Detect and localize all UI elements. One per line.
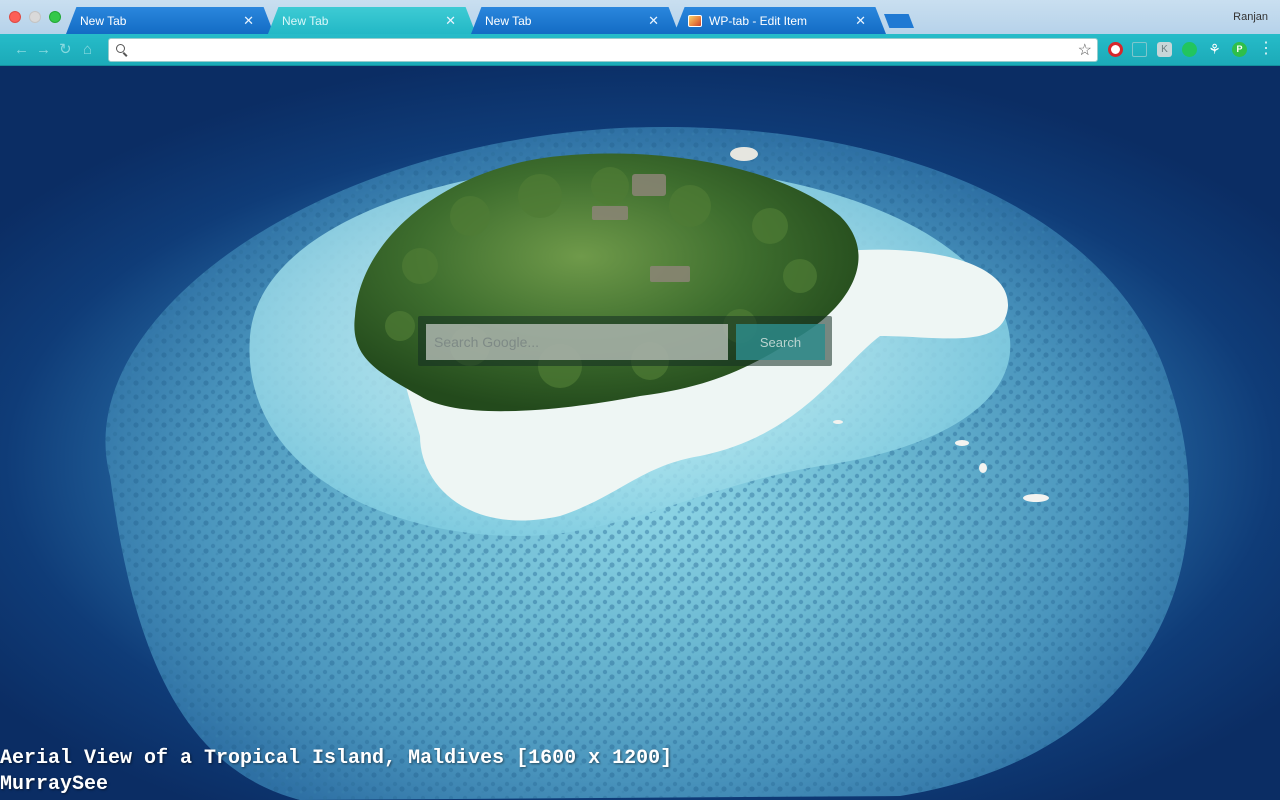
tab-label: New Tab <box>282 13 329 28</box>
tab-label: New Tab <box>80 13 127 28</box>
profile-name[interactable]: Ranjan <box>1233 11 1268 23</box>
tab-label: WP-tab - Edit Item <box>709 13 808 28</box>
cast-icon[interactable] <box>1132 42 1147 57</box>
home-icon[interactable]: ⌂ <box>83 41 92 59</box>
new-tab-button[interactable] <box>884 14 914 28</box>
back-arrow-icon[interactable]: ← <box>14 41 29 59</box>
address-bar[interactable]: ☆ <box>108 38 1098 62</box>
keyboard-icon[interactable]: K <box>1157 42 1172 57</box>
tab-new-tab-3[interactable]: New Tab ✕ <box>471 7 679 34</box>
close-icon[interactable]: ✕ <box>243 13 254 29</box>
bookmark-star-icon[interactable]: ☆ <box>1078 40 1092 60</box>
tab-new-tab-2[interactable]: New Tab ✕ <box>268 7 476 34</box>
wallpaper-caption: Aerial View of a Tropical Island, Maldiv… <box>0 746 672 798</box>
reload-icon[interactable]: ↻ <box>59 41 72 59</box>
wallpaper-author[interactable]: MurraySee <box>0 772 672 798</box>
close-icon[interactable]: ✕ <box>855 13 866 29</box>
close-icon[interactable]: ✕ <box>648 13 659 29</box>
address-input[interactable] <box>133 41 1073 59</box>
new-tab-wallpaper: Search Aerial View of a Tropical Island,… <box>0 66 1280 800</box>
tab-wp-tab-edit-item[interactable]: WP-tab - Edit Item ✕ <box>674 7 886 34</box>
tab-label: New Tab <box>485 13 532 28</box>
search-icon <box>116 44 125 53</box>
search-button[interactable]: Search <box>736 324 825 360</box>
browser-toolbar: ← → ↻ ⌂ ☆ K ⚘ P ⋮ <box>0 34 1280 66</box>
opera-icon[interactable] <box>1108 42 1123 57</box>
pushbullet-icon[interactable]: P <box>1232 42 1247 57</box>
window-maximize-button[interactable] <box>49 11 61 23</box>
window-minimize-button[interactable] <box>29 11 41 23</box>
google-search-widget: Search <box>418 316 832 366</box>
forward-arrow-icon[interactable]: → <box>36 41 51 59</box>
tree-icon[interactable]: ⚘ <box>1207 42 1222 57</box>
search-input[interactable] <box>426 324 728 360</box>
tab-new-tab-1[interactable]: New Tab ✕ <box>66 7 274 34</box>
close-icon[interactable]: ✕ <box>445 13 456 29</box>
window-close-button[interactable] <box>9 11 21 23</box>
title-bar: New Tab ✕ New Tab ✕ New Tab ✕ WP-tab - E… <box>0 0 1280 34</box>
island-photo <box>105 127 1190 800</box>
green-dot-icon[interactable] <box>1182 42 1197 57</box>
wallpaper-title[interactable]: Aerial View of a Tropical Island, Maldiv… <box>0 746 672 772</box>
menu-dots-icon[interactable]: ⋮ <box>1258 40 1274 58</box>
wp-tab-icon <box>688 14 702 27</box>
